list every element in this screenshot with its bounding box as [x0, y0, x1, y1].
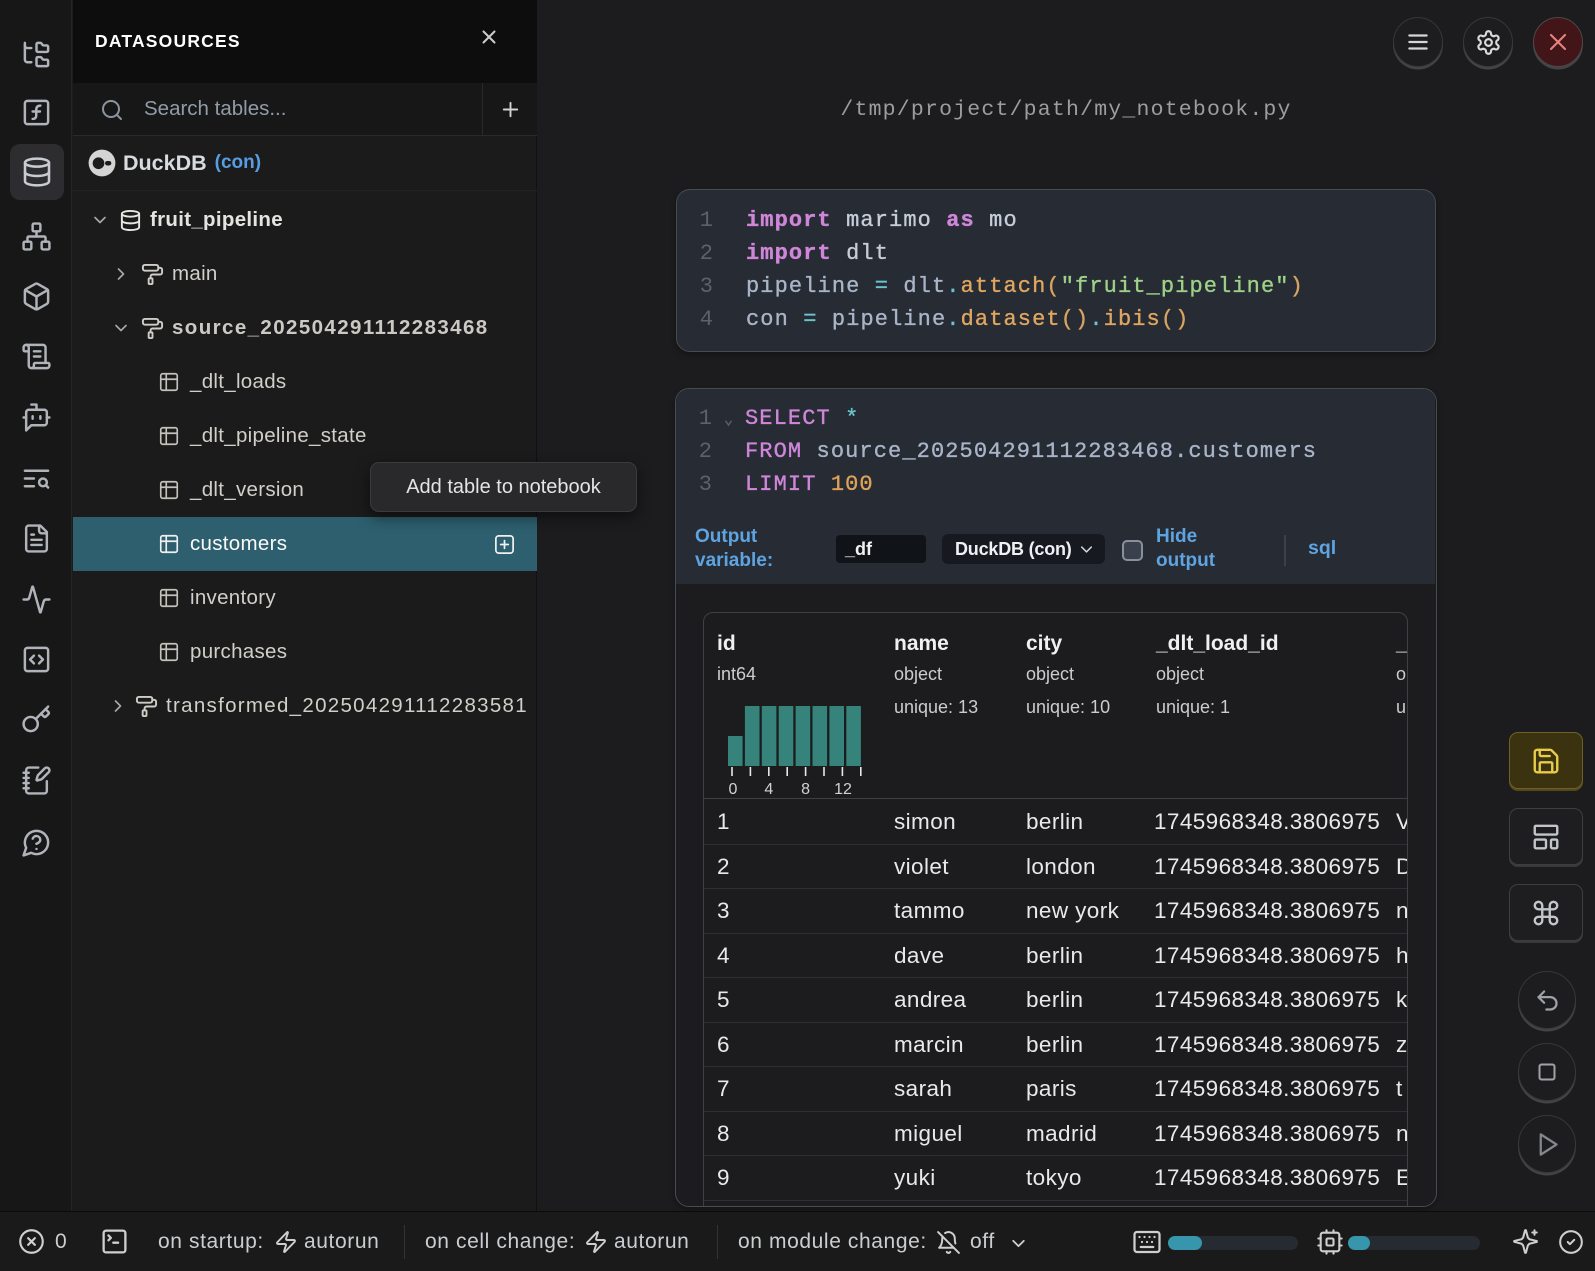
svg-text:0: 0	[729, 781, 738, 796]
svg-text:8: 8	[801, 781, 810, 796]
svg-text:12: 12	[834, 781, 852, 796]
svg-text:4: 4	[764, 781, 773, 796]
